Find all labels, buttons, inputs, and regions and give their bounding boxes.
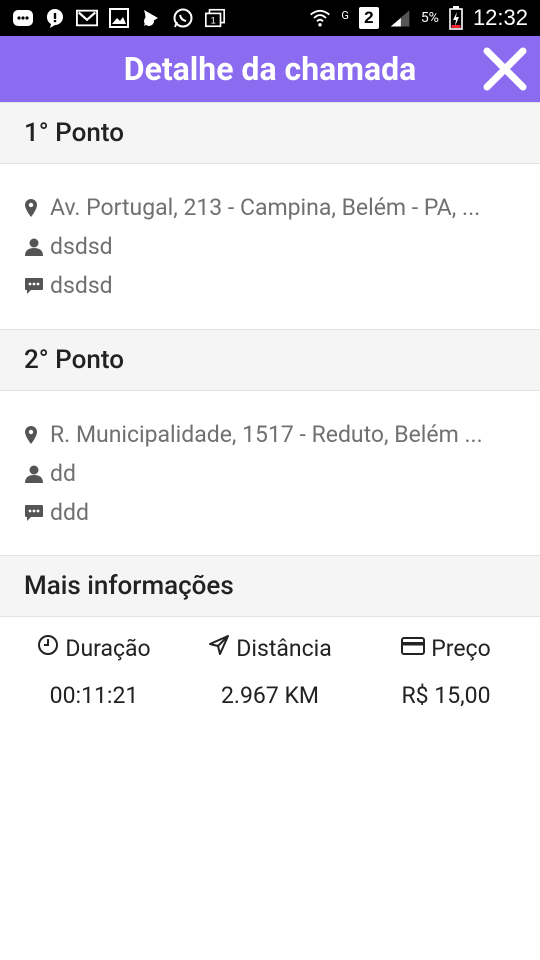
close-icon [483,47,527,91]
close-button[interactable] [480,44,530,94]
price-column: Preço R$ 15,00 [356,630,536,712]
duration-label-row: Duração [4,630,184,666]
distance-column: Distância 2.967 KM [180,630,360,712]
gmail-icon [76,7,98,29]
location-arrow-icon [208,634,230,662]
duration-value: 00:11:21 [49,682,139,709]
price-value: R$ 15,00 [401,682,491,709]
note-text: dsdsd [50,272,113,299]
person-text: dd [50,460,76,487]
more-info-panel: Duração 00:11:21 Distância 2.967 KM Preç… [0,630,540,720]
point-1-address: Av. Portugal, 213 - Campina, Belém - PA,… [24,188,524,227]
point-1-person: dsdsd [24,227,524,266]
point-2-note: ddd [24,493,524,532]
point-1-details: Av. Portugal, 213 - Campina, Belém - PA,… [24,188,524,305]
status-bar: 1 G 2 5% 12:32 [0,0,540,36]
map-pin-icon [24,198,44,218]
point-2-title: 2° Ponto [24,345,124,375]
clock-icon [37,634,59,662]
notification-icons: 1 [12,7,226,29]
address-text: R. Municipalidade, 1517 - Reduto, Belém … [50,421,483,448]
point-2-header: 2° Ponto [0,329,540,391]
signal-icon [389,7,411,29]
duration-label: Duração [65,634,151,662]
system-icons: G 2 5% 12:32 [309,5,528,31]
wifi-icon [309,7,331,29]
more-info-title: Mais informações [24,571,234,601]
person-text: dsdsd [50,233,113,260]
battery-percent: 5% [420,10,439,26]
credit-card-icon [401,635,426,662]
person-icon [24,464,44,484]
svg-text:1: 1 [211,16,216,26]
person-icon [24,237,44,257]
point-2-address: R. Municipalidade, 1517 - Reduto, Belém … [24,415,524,454]
battery-icon [449,6,463,30]
network-type: G [341,9,349,22]
point-1-header: 1° Ponto [0,102,540,164]
whatsapp-icon [172,7,194,29]
distance-label-row: Distância [180,630,360,666]
comment-icon [24,276,44,296]
point-1-note: dsdsd [24,266,524,305]
point-2-details: R. Municipalidade, 1517 - Reduto, Belém … [24,415,524,532]
hangouts-icon [140,7,162,29]
address-text: Av. Portugal, 213 - Campina, Belém - PA,… [50,194,481,221]
app-bar: Detalhe da chamada [0,36,540,102]
sim-indicator: 2 [358,7,379,29]
comment-icon [24,503,44,523]
map-pin-icon [24,425,44,445]
point-2-person: dd [24,454,524,493]
price-label: Preço [431,634,491,662]
clock: 12:32 [472,5,528,30]
more-info-header: Mais informações [0,555,540,617]
bbm-icon [12,7,34,29]
duration-column: Duração 00:11:21 [4,630,184,712]
distance-label: Distância [236,634,332,662]
distance-value: 2.967 KM [221,682,319,709]
calendar-icon: 1 [204,7,226,29]
price-label-row: Preço [356,630,536,666]
message-bubble-icon [44,7,66,29]
note-text: ddd [50,499,89,526]
point-1-title: 1° Ponto [24,118,124,148]
image-icon [108,7,130,29]
page-title: Detalhe da chamada [123,50,417,88]
